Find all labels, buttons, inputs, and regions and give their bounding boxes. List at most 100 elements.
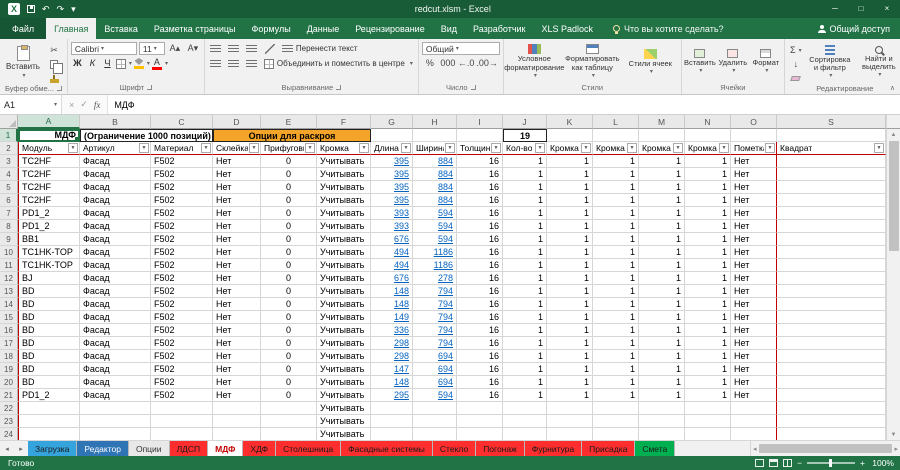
cell-mark[interactable]: Нет	[731, 155, 777, 168]
column-header[interactable]: E	[261, 115, 317, 129]
cell-square[interactable]	[777, 376, 886, 389]
cell-material[interactable]: F502	[151, 350, 213, 363]
underline-button[interactable]: Ч	[101, 57, 114, 70]
cell-edge2a[interactable]: 1	[639, 155, 685, 168]
cell-edge1a[interactable]: 1	[547, 220, 593, 233]
redo-button[interactable]: ↷	[57, 0, 65, 18]
cell-edge2a[interactable]: 1	[639, 259, 685, 272]
cell-square[interactable]	[777, 272, 886, 285]
cell-article[interactable]: Фасад	[80, 246, 151, 259]
row-header[interactable]: 23	[0, 415, 18, 428]
cell-thickness[interactable]: 16	[457, 285, 503, 298]
sheet-nav-left[interactable]: ◂	[0, 441, 14, 456]
cell-quantity[interactable]: 1	[503, 168, 547, 181]
cell-square[interactable]	[777, 389, 886, 402]
cell-mark[interactable]: Нет	[731, 311, 777, 324]
cell-width[interactable]: 884	[413, 181, 457, 194]
cell-thickness[interactable]: 16	[457, 337, 503, 350]
sheet-tab[interactable]: Редактор	[77, 441, 129, 456]
row-header[interactable]: 9	[0, 233, 18, 246]
cell-quantity[interactable]: 1	[503, 272, 547, 285]
cell-edge1a[interactable]: 1	[547, 298, 593, 311]
cell-material[interactable]: F502	[151, 220, 213, 233]
cell-square[interactable]	[777, 350, 886, 363]
cell-edge2b[interactable]: 1	[685, 272, 731, 285]
cell-edge2b[interactable]: 1	[685, 298, 731, 311]
minimize-button[interactable]: ─	[822, 0, 848, 18]
cell-quantity[interactable]	[503, 402, 547, 415]
collapse-ribbon-icon[interactable]: ∧	[890, 84, 895, 92]
cell-edge1b[interactable]: 1	[593, 363, 639, 376]
cell-glue[interactable]: Нет	[213, 220, 261, 233]
ribbon-tab[interactable]: Рецензирование	[347, 18, 433, 39]
comma-style-button[interactable]: 000	[440, 57, 456, 69]
restore-button[interactable]: □	[848, 0, 874, 18]
scroll-down-icon[interactable]: ▼	[891, 429, 897, 440]
cell-article[interactable]: Фасад	[80, 233, 151, 246]
filter-button[interactable]: ▼	[719, 143, 729, 153]
cell-mark[interactable]: Нет	[731, 168, 777, 181]
column-header[interactable]: H	[413, 115, 457, 129]
cell-module[interactable]: BD	[18, 324, 80, 337]
sheet-nav-right[interactable]: ▸	[14, 441, 28, 456]
cell-edge1a[interactable]: 1	[547, 181, 593, 194]
cell-square[interactable]	[777, 259, 886, 272]
cell-jointing[interactable]: 0	[261, 272, 317, 285]
cell-width[interactable]: 1186	[413, 259, 457, 272]
cell-edge2a[interactable]: 1	[639, 194, 685, 207]
cell-width[interactable]: 594	[413, 207, 457, 220]
paste-button[interactable]: Вставить ▾	[3, 41, 43, 84]
undo-button[interactable]: ↶	[42, 0, 50, 18]
cell-quantity[interactable]: 1	[503, 194, 547, 207]
cell-edge2b[interactable]: 1	[685, 220, 731, 233]
cell-material[interactable]: F502	[151, 168, 213, 181]
row-header[interactable]: 19	[0, 363, 18, 376]
cell-edge2b[interactable]: 1	[685, 233, 731, 246]
cell-quantity[interactable]: 1	[503, 376, 547, 389]
cell-edge1b[interactable]: 1	[593, 168, 639, 181]
filter-button[interactable]: ▼	[305, 143, 315, 153]
cell-jointing[interactable]: 0	[261, 194, 317, 207]
cell-length[interactable]: 147	[371, 363, 413, 376]
cell-edge1a[interactable]	[547, 415, 593, 428]
cell-width[interactable]: 884	[413, 168, 457, 181]
delete-cells-button[interactable]: Удалить▾	[718, 41, 748, 83]
cell-edge1b[interactable]: 1	[593, 207, 639, 220]
cell-thickness[interactable]	[457, 415, 503, 428]
sort-filter-button[interactable]: Сортировка и фильтр▾	[807, 41, 853, 84]
cell-edge1a[interactable]: 1	[547, 337, 593, 350]
cell-edge2b[interactable]: 1	[685, 259, 731, 272]
table-header-cell[interactable]: Кол-во▼	[503, 142, 547, 155]
cell-glue[interactable]: Нет	[213, 181, 261, 194]
cell-material[interactable]: F502	[151, 311, 213, 324]
cell-jointing[interactable]	[261, 402, 317, 415]
cell-edge1a[interactable]: 1	[547, 168, 593, 181]
cell-edge2a[interactable]: 1	[639, 363, 685, 376]
cell-title-limit[interactable]: (Ограничение 1000 позиций)	[80, 129, 213, 142]
cell-square[interactable]	[777, 337, 886, 350]
tab-file[interactable]: Файл	[0, 18, 46, 39]
cell-module[interactable]: BB1	[18, 233, 80, 246]
cell-module[interactable]: TC2HF	[18, 181, 80, 194]
cell-edge[interactable]: Учитывать	[317, 324, 371, 337]
cell-mark[interactable]: Нет	[731, 181, 777, 194]
cell-edge2a[interactable]: 1	[639, 311, 685, 324]
column-header[interactable]: S	[777, 115, 886, 129]
enter-entry-icon[interactable]: ✓	[80, 99, 88, 110]
dialog-launcher-icon[interactable]	[57, 86, 62, 91]
cell-article[interactable]: Фасад	[80, 220, 151, 233]
filter-button[interactable]: ▼	[445, 143, 455, 153]
vertical-scrollbar[interactable]: ▲ ▼	[886, 129, 900, 440]
cell-thickness[interactable]: 16	[457, 168, 503, 181]
filter-button[interactable]: ▼	[581, 143, 591, 153]
cell-material[interactable]: F502	[151, 246, 213, 259]
cell-edge[interactable]: Учитывать	[317, 194, 371, 207]
format-painter-button[interactable]	[46, 72, 62, 84]
column-header[interactable]: B	[80, 115, 151, 129]
copy-button[interactable]	[46, 58, 62, 70]
cell-mark[interactable]: Нет	[731, 350, 777, 363]
cell-edge1b[interactable]: 1	[593, 233, 639, 246]
autosum-button[interactable]: Σ▾	[788, 44, 804, 56]
cell-jointing[interactable]: 0	[261, 181, 317, 194]
cell-edge1a[interactable]: 1	[547, 207, 593, 220]
